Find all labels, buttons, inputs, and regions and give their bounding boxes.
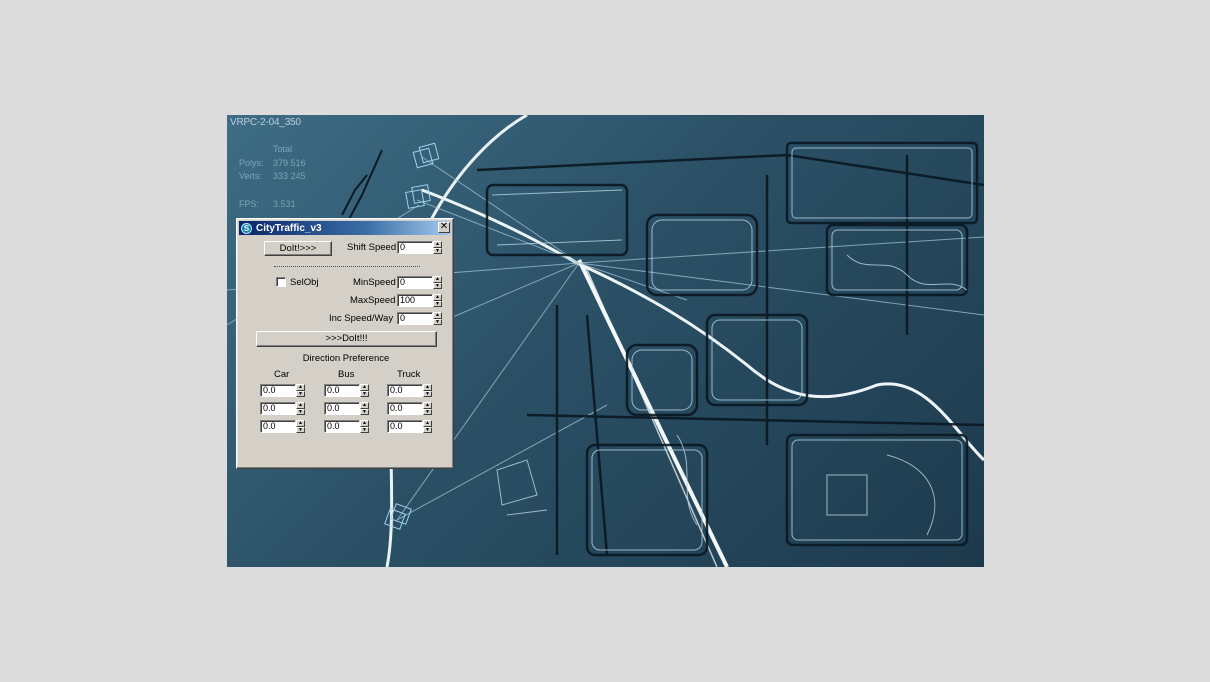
truck-pref-2-spinner[interactable]: ▲ ▼ [423, 402, 432, 415]
bus-pref-3[interactable]: 0.0 [324, 420, 360, 433]
max-speed-field[interactable]: 100 [397, 294, 433, 307]
inc-speed-field[interactable]: 0 [397, 312, 433, 325]
selobj-checkbox[interactable] [276, 277, 286, 287]
truck-pref-2[interactable]: 0.0 [387, 402, 423, 415]
max-speed-label: MaxSpeed [350, 295, 396, 306]
bus-pref-3-spinner[interactable]: ▲ ▼ [360, 420, 369, 433]
stats-total-header: Total [273, 144, 293, 154]
min-speed-spinner[interactable]: ▲ ▼ [433, 276, 442, 289]
car-pref-3[interactable]: 0.0 [260, 420, 296, 433]
min-speed-label: MinSpeed [353, 277, 396, 288]
min-speed-field[interactable]: 0 [397, 276, 433, 289]
truck-pref-1[interactable]: 0.0 [387, 384, 423, 397]
bus-pref-2-spinner[interactable]: ▲ ▼ [360, 402, 369, 415]
stats-fps-label: FPS: [239, 198, 260, 209]
stats-verts-value: 333 245 [273, 171, 306, 182]
dialog-title: CityTraffic_v3 [256, 222, 322, 234]
truck-pref-1-spinner[interactable]: ▲ ▼ [423, 384, 432, 397]
stats-polys-value: 379 516 [273, 157, 306, 168]
stats-fps-value: 3.531 [273, 198, 296, 209]
car-pref-1[interactable]: 0.0 [260, 384, 296, 397]
inc-speed-label: Inc Speed/Way [329, 313, 394, 324]
doit-button[interactable]: DoIt!>>> [264, 241, 332, 256]
separator [274, 266, 420, 267]
stats-polys-label: Polys: [239, 157, 264, 168]
max-speed-spinner[interactable]: ▲ ▼ [433, 294, 442, 307]
column-car: Car [274, 369, 290, 380]
selobj-label: SelObj [290, 277, 319, 288]
bus-pref-1[interactable]: 0.0 [324, 384, 360, 397]
inc-speed-spinner[interactable]: ▲ ▼ [433, 312, 442, 325]
citytraffic-dialog: S CityTraffic_v3 ✕ DoIt!>>> Shift Speed … [236, 218, 454, 469]
bus-pref-1-spinner[interactable]: ▲ ▼ [360, 384, 369, 397]
car-pref-1-spinner[interactable]: ▲ ▼ [296, 384, 305, 397]
direction-preference-label: Direction Preference [302, 353, 390, 364]
truck-pref-3[interactable]: 0.0 [387, 420, 423, 433]
close-button[interactable]: ✕ [438, 222, 450, 233]
viewport-label: VRPC-2-04_350 [230, 117, 301, 128]
column-bus: Bus [338, 369, 355, 380]
car-pref-2[interactable]: 0.0 [260, 402, 296, 415]
shift-speed-field[interactable]: 0 [397, 241, 433, 254]
dialog-titlebar[interactable]: S CityTraffic_v3 ✕ [239, 221, 451, 235]
shift-speed-spinner[interactable]: ▲ ▼ [433, 241, 442, 254]
bus-pref-2[interactable]: 0.0 [324, 402, 360, 415]
column-truck: Truck [397, 369, 421, 380]
app-s-icon: S [241, 222, 252, 234]
scene-statistics: Total Polys: 379 516 Verts: 333 245 FPS: 3.… [239, 143, 333, 211]
shift-speed-label: Shift Speed [347, 242, 397, 253]
stats-verts-label: Verts: [239, 171, 263, 182]
car-pref-2-spinner[interactable]: ▲ ▼ [296, 402, 305, 415]
doit-run-button[interactable]: >>>DoIt!!! [256, 331, 437, 347]
car-pref-3-spinner[interactable]: ▲ ▼ [296, 420, 305, 433]
truck-pref-3-spinner[interactable]: ▲ ▼ [423, 420, 432, 433]
